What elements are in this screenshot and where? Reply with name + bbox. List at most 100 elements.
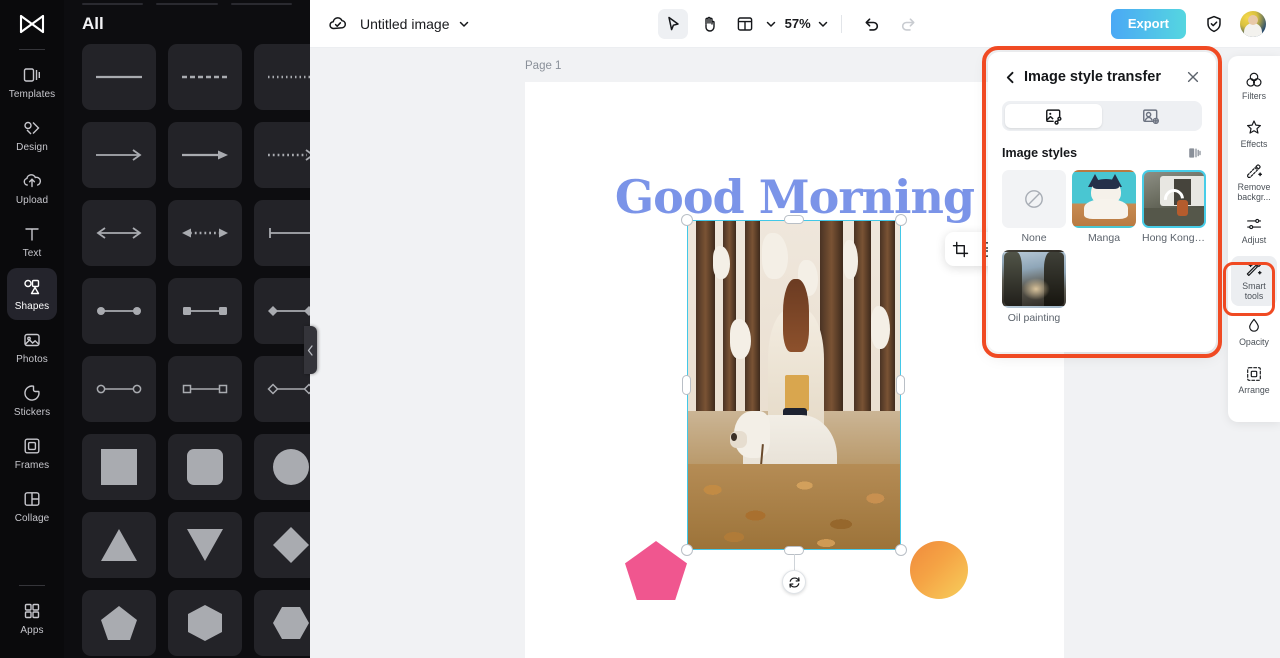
right-tool-label: Remove backgr... <box>1237 182 1271 202</box>
sidebar-item-collage[interactable]: Collage <box>7 480 57 532</box>
shape-line-square-ends[interactable] <box>168 278 242 344</box>
resize-handle-bottom-left[interactable] <box>681 544 693 556</box>
shape-line-diamond-outline-ends[interactable] <box>254 356 310 422</box>
tab-portrait-style[interactable] <box>1102 104 1199 128</box>
right-tool-remove-background[interactable]: Remove backgr... <box>1231 160 1277 204</box>
sidebar-item-label: Collage <box>14 513 50 524</box>
sidebar-item-upload[interactable]: Upload <box>7 162 57 214</box>
shape-pentagon[interactable] <box>82 590 156 656</box>
shape-line-diamond-ends[interactable] <box>254 278 310 344</box>
style-option-manga[interactable]: Manga <box>1072 170 1136 244</box>
canvas-circle-shape[interactable] <box>910 541 968 599</box>
shape-arrow-double[interactable] <box>82 200 156 266</box>
chevron-down-icon[interactable] <box>765 18 777 30</box>
export-button[interactable]: Export <box>1110 8 1187 39</box>
cloud-saved-icon <box>326 12 350 36</box>
resize-handle-top[interactable] <box>784 215 804 224</box>
sidebar-item-frames[interactable]: Frames <box>7 427 57 479</box>
hand-tool-button[interactable] <box>694 9 724 39</box>
sidebar-item-templates[interactable]: Templates <box>7 56 57 108</box>
panel-collapse-handle[interactable] <box>304 326 317 374</box>
shape-square[interactable] <box>82 434 156 500</box>
design-icon <box>21 117 43 139</box>
sidebar-item-apps[interactable]: Apps <box>7 592 57 644</box>
shape-hexagon-h[interactable] <box>254 590 310 656</box>
tab-image-style[interactable] <box>1005 104 1102 128</box>
redo-button[interactable] <box>893 9 923 39</box>
shape-line-square-outline-ends[interactable] <box>168 356 242 422</box>
right-tool-effects[interactable]: Effects <box>1231 112 1277 156</box>
canvas-selected-image[interactable] <box>687 220 901 550</box>
shape-rounded-square[interactable] <box>168 434 242 500</box>
sidebar-item-label: Design <box>16 142 48 153</box>
shape-arrow-solid[interactable] <box>168 122 242 188</box>
undo-button[interactable] <box>857 9 887 39</box>
resize-handle-top-left[interactable] <box>681 214 693 226</box>
sidebar-item-label: Templates <box>8 89 56 100</box>
shape-circle[interactable] <box>254 434 310 500</box>
shape-arrow-thin[interactable] <box>82 122 156 188</box>
sidebar-item-photos[interactable]: Photos <box>7 321 57 373</box>
chevron-left-icon[interactable] <box>1002 69 1018 85</box>
rail-divider-top <box>19 49 45 50</box>
user-avatar[interactable] <box>1240 10 1267 37</box>
shape-arrow-dotted[interactable] <box>254 122 310 188</box>
image-styles-label: Image styles <box>1002 146 1078 160</box>
smart-tools-icon <box>1245 260 1264 279</box>
shape-hexagon-v[interactable] <box>168 590 242 656</box>
shape-line-dashed[interactable] <box>168 44 242 110</box>
right-tool-label: Effects <box>1240 139 1268 150</box>
shape-triangle-up[interactable] <box>82 512 156 578</box>
canvas-pentagon-shape[interactable] <box>625 541 687 600</box>
resize-handle-top-right[interactable] <box>895 214 907 226</box>
style-panel-header: Image style transfer <box>1002 66 1202 88</box>
sidebar-item-text[interactable]: Text <box>7 215 57 267</box>
close-icon[interactable] <box>1184 68 1202 86</box>
shape-line-circle-ends[interactable] <box>82 278 156 344</box>
sidebar-item-design[interactable]: Design <box>7 109 57 161</box>
image-style-transfer-panel-wrapper: Image style transfer Image styles None M… <box>982 46 1222 358</box>
right-tool-opacity[interactable]: Opacity <box>1231 310 1277 354</box>
shield-check-icon[interactable] <box>1200 10 1228 38</box>
document-title[interactable]: Untitled image <box>360 16 450 32</box>
style-option-oil-painting[interactable]: Oil painting <box>1002 250 1066 324</box>
shape-diamond[interactable] <box>254 512 310 578</box>
canvas-page[interactable]: Good Morning <box>525 82 1066 658</box>
right-tool-adjust[interactable]: Adjust <box>1231 208 1277 252</box>
shape-line-solid[interactable] <box>82 44 156 110</box>
compare-icon[interactable] <box>1186 145 1202 161</box>
rotate-handle[interactable] <box>782 570 806 594</box>
crop-icon[interactable] <box>948 237 972 261</box>
zoom-level-value[interactable]: 57% <box>785 16 811 31</box>
sidebar-item-stickers[interactable]: Stickers <box>7 374 57 426</box>
right-tool-label: Filters <box>1242 91 1266 102</box>
resize-handle-bottom-right[interactable] <box>895 544 907 556</box>
resize-handle-left[interactable] <box>682 375 691 395</box>
opacity-icon <box>1245 316 1264 335</box>
right-tool-label: Adjust <box>1241 235 1267 246</box>
chevron-down-icon[interactable] <box>817 18 829 30</box>
rail-divider-bottom <box>19 585 45 586</box>
style-option-none[interactable]: None <box>1002 170 1066 244</box>
select-tool-button[interactable] <box>657 8 688 39</box>
shape-line-dotted[interactable] <box>254 44 310 110</box>
shape-arrow-dotted-double[interactable] <box>168 200 242 266</box>
shapes-icon <box>21 276 43 298</box>
right-tool-filters[interactable]: Filters <box>1231 64 1277 108</box>
right-tool-smart-tools[interactable]: Smart tools <box>1231 256 1277 306</box>
right-tool-arrange[interactable]: Arrange <box>1231 358 1277 402</box>
page-label: Page 1 <box>525 60 562 72</box>
sidebar-item-label: Text <box>22 248 42 259</box>
shape-triangle-down[interactable] <box>168 512 242 578</box>
capcut-logo-icon[interactable] <box>15 10 49 40</box>
sidebar-item-shapes[interactable]: Shapes <box>7 268 57 320</box>
shape-line-bar-ends[interactable] <box>254 200 310 266</box>
shape-line-circle-outline-ends[interactable] <box>82 356 156 422</box>
adjust-icon <box>1245 214 1264 233</box>
layout-tool-button[interactable] <box>730 9 760 39</box>
arrange-icon <box>1245 364 1264 383</box>
chevron-down-icon[interactable] <box>458 18 470 30</box>
style-panel-tabs <box>1002 101 1202 131</box>
style-option-hong-kong[interactable]: Hong Kong ... <box>1142 170 1206 244</box>
resize-handle-right[interactable] <box>896 375 905 395</box>
